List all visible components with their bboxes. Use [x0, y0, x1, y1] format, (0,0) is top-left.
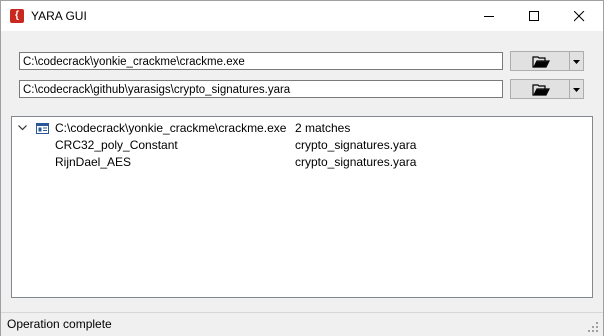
rules-history-dropdown[interactable]: [570, 79, 584, 99]
close-button[interactable]: [557, 1, 603, 31]
tree-file-summary: 2 matches: [295, 121, 351, 135]
yara-app-icon: {: [10, 9, 24, 23]
target-file-input[interactable]: C:\codecrack\yonkie_crackme\crackme.exe: [19, 52, 503, 70]
status-text: Operation complete: [7, 317, 112, 331]
title-bar[interactable]: { YARA GUI: [1, 1, 603, 31]
minimize-button[interactable]: [467, 1, 513, 31]
close-icon: [574, 11, 585, 22]
maximize-button[interactable]: [512, 1, 558, 31]
match-rule-name: CRC32_poly_Constant: [55, 138, 178, 152]
match-rule-source: crypto_signatures.yara: [295, 138, 417, 152]
tree-row-file[interactable]: C:\codecrack\yonkie_crackme\crackme.exe …: [12, 120, 592, 137]
browse-rules-button[interactable]: [510, 79, 570, 99]
results-tree[interactable]: C:\codecrack\yonkie_crackme\crackme.exe …: [11, 116, 593, 298]
rules-file-input[interactable]: C:\codecrack\github\yarasigs\crypto_sign…: [19, 80, 503, 98]
chevron-down-icon: [18, 125, 27, 131]
folder-open-icon: [532, 84, 550, 96]
match-rule-source: crypto_signatures.yara: [295, 155, 417, 169]
chevron-down-icon: [573, 88, 580, 92]
tree-row-match[interactable]: CRC32_poly_Constant crypto_signatures.ya…: [12, 137, 592, 154]
browse-target-button[interactable]: [510, 51, 570, 71]
window-title: YARA GUI: [31, 9, 87, 23]
resize-grip-icon[interactable]: [587, 321, 599, 333]
target-history-dropdown[interactable]: [570, 51, 584, 71]
tree-expander[interactable]: [17, 120, 29, 137]
chevron-down-icon: [573, 60, 580, 64]
match-rule-name: RijnDael_AES: [55, 155, 132, 169]
tree-file-path: C:\codecrack\yonkie_crackme\crackme.exe: [55, 121, 287, 135]
tree-row-match[interactable]: RijnDael_AES crypto_signatures.yara: [12, 154, 592, 171]
maximize-icon: [529, 11, 539, 21]
folder-open-icon: [532, 56, 550, 68]
main-window: { YARA GUI C:\codecrack\yonkie_crackme\c…: [0, 0, 604, 336]
minimize-icon: [484, 16, 494, 17]
executable-file-icon: [36, 123, 49, 134]
status-bar: Operation complete: [1, 312, 603, 336]
